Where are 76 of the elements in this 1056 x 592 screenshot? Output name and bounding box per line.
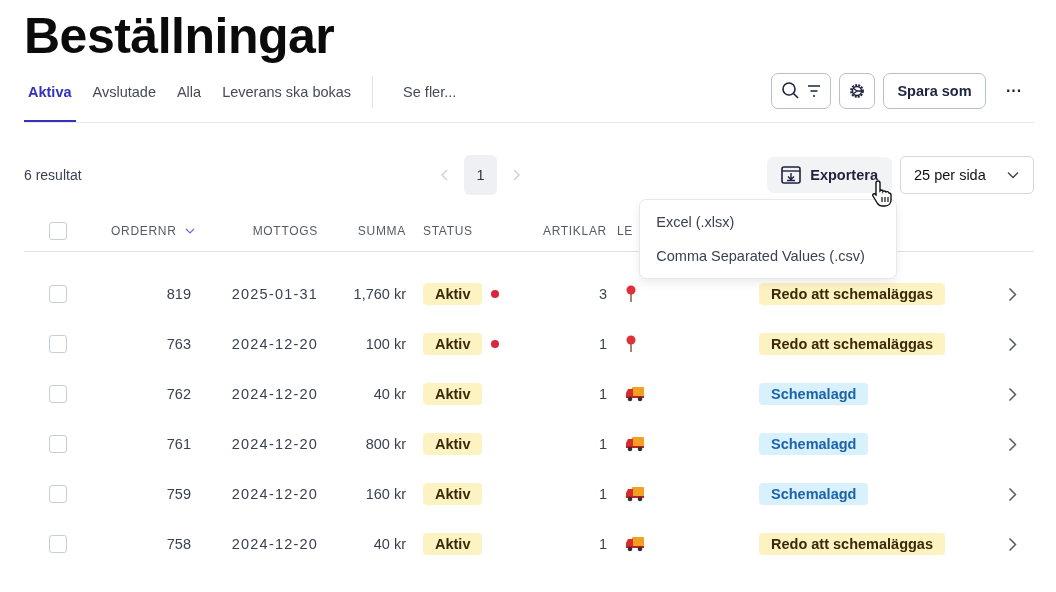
order-sum: 1,760 kr — [353, 286, 406, 302]
settings-button[interactable] — [839, 73, 875, 109]
tab[interactable]: Alla — [172, 64, 206, 122]
column-header: MOTTOGS — [252, 224, 318, 238]
page-title: Beställningar — [24, 7, 336, 64]
more-button[interactable]: ··· — [994, 82, 1034, 100]
row-checkbox[interactable] — [49, 485, 67, 503]
column-header: ARTIKLAR — [542, 224, 607, 238]
page-button[interactable]: 1 — [464, 155, 498, 195]
sort-icon[interactable] — [184, 228, 195, 234]
row-checkbox[interactable] — [49, 385, 67, 403]
status-badge: Aktiv — [423, 483, 483, 505]
received-date: 2024-12-20 — [231, 336, 318, 352]
search-filter-icon — [781, 81, 821, 101]
received-date: 2024-12-20 — [231, 436, 318, 452]
status-badge: Aktiv — [423, 333, 483, 355]
column-header: LE — [617, 224, 634, 238]
order-sum: 160 kr — [365, 486, 406, 502]
booking-badge: Schemalagd — [759, 433, 869, 455]
item-count: 1 — [598, 336, 607, 352]
download-icon — [781, 166, 802, 184]
order-number: 762 — [166, 386, 191, 402]
search-filter-button[interactable] — [771, 73, 831, 109]
booking-badge: Schemalagd — [759, 483, 869, 505]
menu-item[interactable]: Excel (.xlsx) — [640, 205, 897, 239]
order-number: 758 — [166, 536, 191, 552]
column-header: SUMMA — [357, 224, 406, 238]
item-count: 1 — [598, 386, 607, 402]
item-count: 1 — [598, 536, 607, 552]
status-badge: Aktiv — [423, 533, 483, 555]
status-badge: Aktiv — [423, 383, 483, 405]
order-number: 819 — [166, 286, 191, 302]
chevron-right-icon[interactable] — [1007, 536, 1017, 552]
order-number: 763 — [166, 336, 191, 352]
result-count: 6 resultat — [24, 167, 83, 183]
order-sum: 40 kr — [373, 536, 406, 552]
order-number: 761 — [166, 436, 191, 452]
more-tabs-link[interactable]: Se fler... — [399, 64, 461, 122]
received-date: 2024-12-20 — [231, 486, 318, 502]
column-header: STATUS — [423, 224, 473, 238]
item-count: 1 — [598, 486, 607, 502]
order-sum: 40 kr — [373, 386, 406, 402]
chevron-right-icon[interactable] — [1007, 486, 1017, 502]
item-count: 1 — [598, 436, 607, 452]
chevron-right-icon[interactable] — [1007, 286, 1017, 302]
save-as-button[interactable]: Spara som — [883, 73, 986, 109]
column-header[interactable]: ORDERNR — [111, 224, 177, 238]
row-checkbox[interactable] — [49, 285, 67, 303]
row-checkbox[interactable] — [49, 535, 67, 553]
status-badge: Aktiv — [423, 283, 483, 305]
select-all-checkbox[interactable] — [49, 222, 67, 240]
booking-badge: Redo att schemaläggas — [759, 283, 945, 305]
received-date: 2024-12-20 — [231, 386, 318, 402]
menu-item[interactable]: Comma Separated Values (.csv) — [640, 239, 897, 273]
item-count: 3 — [598, 286, 607, 302]
order-sum: 800 kr — [365, 436, 406, 452]
tab[interactable]: Leverans ska bokas — [218, 64, 356, 122]
booking-badge: Redo att schemaläggas — [759, 533, 945, 555]
status-badge: Aktiv — [423, 433, 483, 455]
order-number: 759 — [166, 486, 191, 502]
tab[interactable]: Aktiva — [24, 64, 76, 122]
per-page-dropdown[interactable]: 25 per sida — [900, 156, 1034, 194]
order-sum: 100 kr — [365, 336, 406, 352]
booking-badge: Schemalagd — [759, 383, 869, 405]
row-checkbox[interactable] — [49, 435, 67, 453]
received-date: 2024-12-20 — [231, 536, 318, 552]
booking-badge: Redo att schemaläggas — [759, 333, 945, 355]
export-button[interactable]: Exportera — [767, 157, 892, 193]
chevron-right-icon[interactable] — [1007, 436, 1017, 452]
chevron-right-icon[interactable] — [1007, 386, 1017, 402]
received-date: 2025-01-31 — [231, 286, 318, 302]
row-checkbox[interactable] — [49, 335, 67, 353]
tab[interactable]: Avslutade — [88, 64, 160, 122]
chevron-right-icon[interactable] — [1007, 336, 1017, 352]
settings-icon — [848, 82, 866, 100]
chevron-down-icon — [1007, 171, 1019, 179]
